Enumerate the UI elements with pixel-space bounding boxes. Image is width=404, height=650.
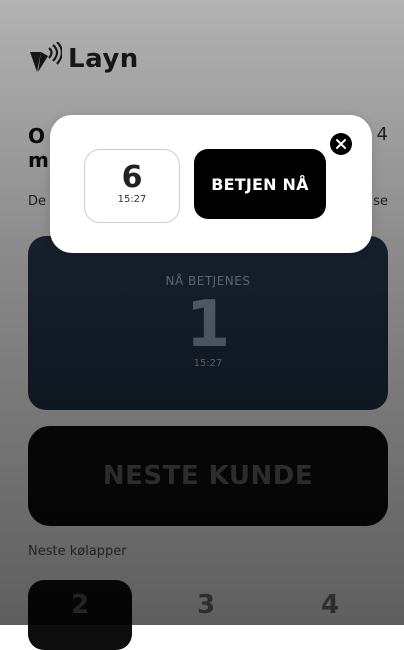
queue-item[interactable]: 4	[278, 580, 382, 650]
logo-text: Layn	[68, 44, 139, 74]
now-serving-time: 15:27	[193, 358, 223, 369]
queue-item[interactable]: 2	[28, 580, 132, 650]
ticket-card: 6 15:27	[84, 149, 180, 223]
ticket-time: 15:27	[117, 194, 147, 205]
serve-now-button[interactable]: BETJEN NÅ	[194, 149, 326, 219]
now-serving-card: NÅ BETJENES 1 15:27	[28, 236, 388, 410]
now-serving-label: NÅ BETJENES	[165, 274, 251, 288]
app-logo: Layn	[28, 36, 139, 82]
next-customer-button[interactable]: NESTE KUNDE	[28, 426, 388, 526]
close-icon[interactable]	[330, 133, 352, 155]
queue-label: Neste kølapper	[28, 544, 127, 559]
title-right-fragment: 4	[376, 124, 388, 145]
ticket-number: 6	[121, 160, 143, 195]
page-background: Layn O m 4 De se NÅ BETJENES 1 15:27 NES…	[0, 0, 404, 650]
description-right-fragment: se	[373, 194, 388, 209]
serve-now-modal: 6 15:27 BETJEN NÅ	[50, 115, 372, 253]
queue-list: 2 3 4	[28, 580, 388, 650]
queue-item[interactable]: 3	[154, 580, 258, 650]
now-serving-number: 1	[185, 288, 231, 362]
layn-logo-icon	[28, 41, 64, 76]
